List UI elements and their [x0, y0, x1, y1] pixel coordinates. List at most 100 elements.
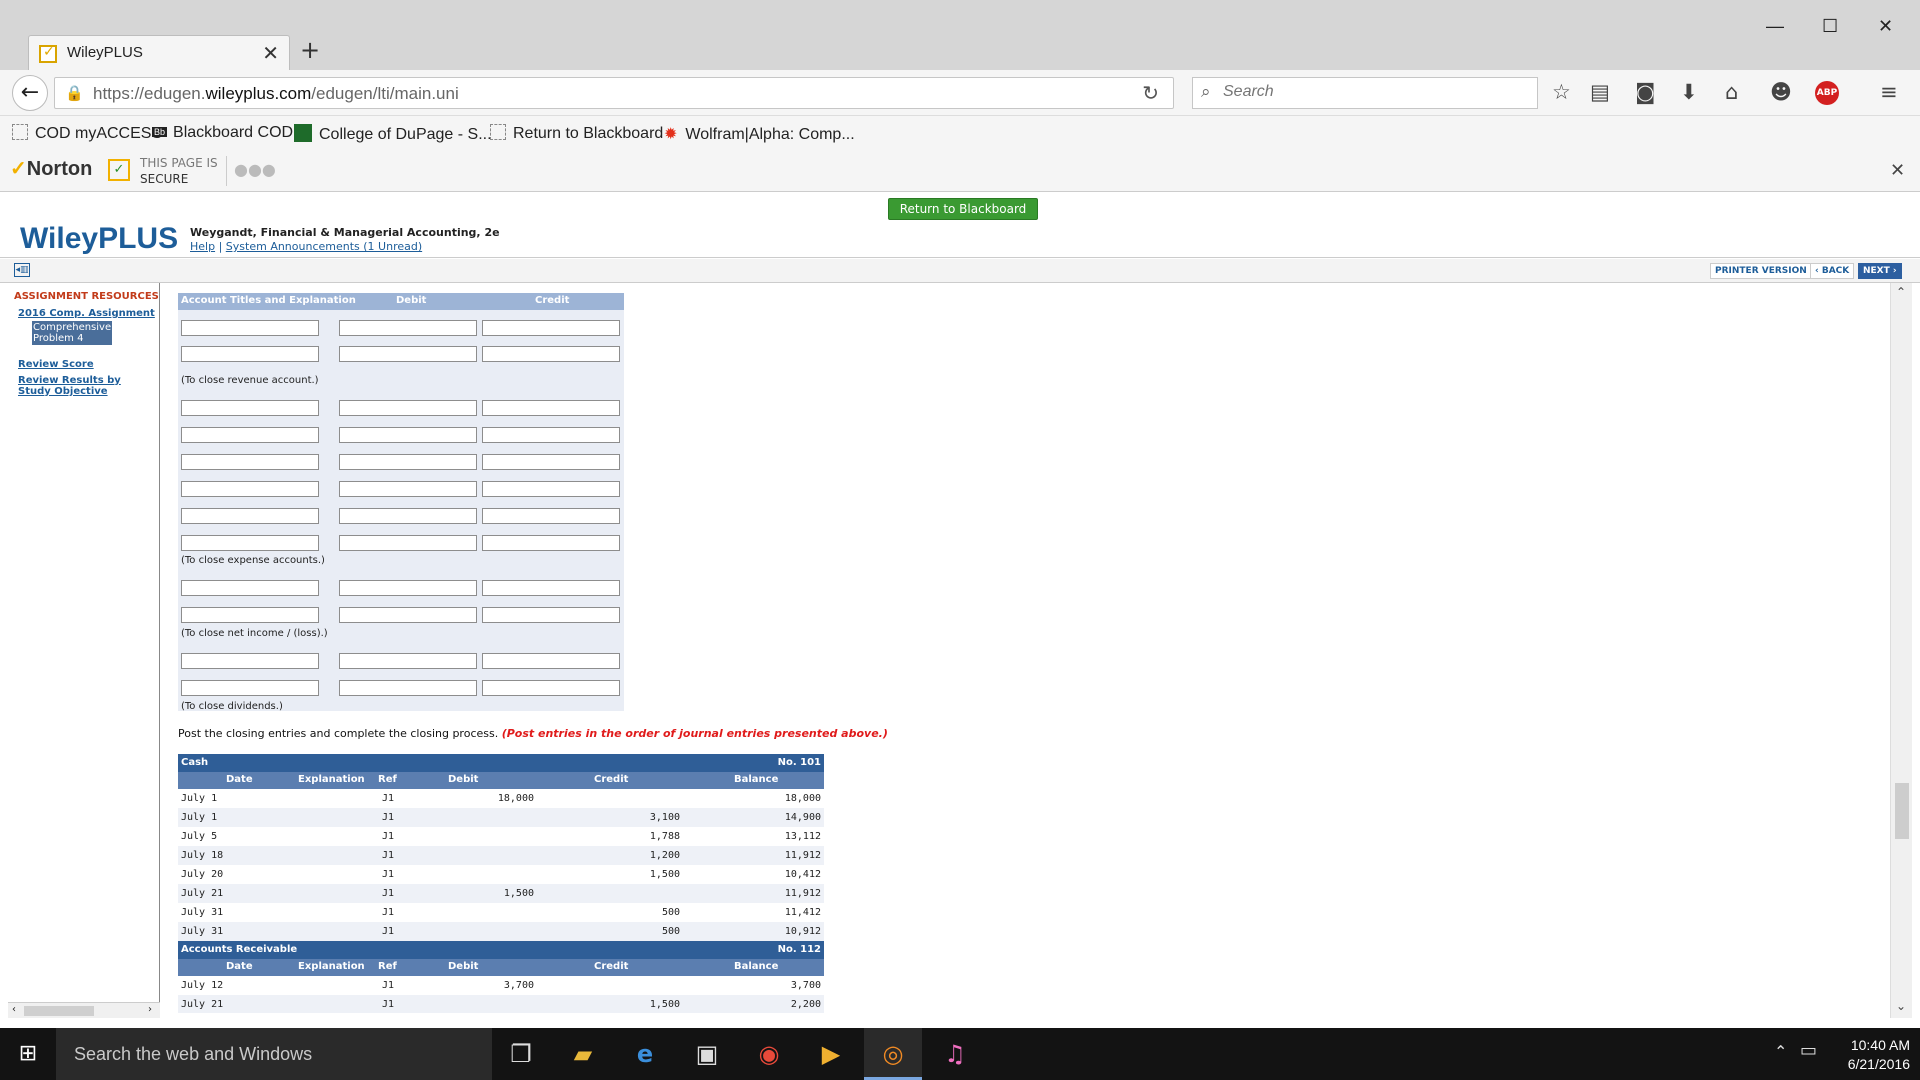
credit-input[interactable] [482, 680, 620, 696]
ledger-balance: 13,112 [784, 831, 821, 842]
file-explorer-icon[interactable]: ▰ [554, 1028, 612, 1080]
adblock-icon[interactable]: ABP [1815, 81, 1839, 105]
maximize-button[interactable]: ☐ [1822, 16, 1838, 37]
sidebar-horizontal-scrollbar[interactable]: ‹ › [8, 1002, 160, 1018]
credit-input[interactable] [482, 427, 620, 443]
ledger-row: July 21 J1 1,500 2,200 [178, 995, 824, 1013]
bookmark-wolfram-alpha[interactable]: ✹ Wolfram|Alpha: Comp... [664, 124, 855, 144]
browser-search-box[interactable]: ⌕ [1192, 77, 1538, 109]
home-icon[interactable]: ⌂ [1725, 80, 1738, 104]
bookmark-college-of-dupage[interactable]: College of DuPage - S... [294, 124, 492, 144]
close-window-button[interactable]: ✕ [1878, 16, 1893, 37]
chat-icon[interactable]: ☻ [1770, 80, 1792, 104]
debit-input[interactable] [339, 680, 477, 696]
scroll-right-icon[interactable]: › [148, 1004, 152, 1015]
wileyplus-page: Return to Blackboard WileyPLUS Weygandt,… [0, 192, 1920, 1022]
ledger-date: July 31 [181, 907, 224, 918]
page-vertical-scrollbar[interactable]: ⌃ ⌄ [1890, 283, 1912, 1018]
scroll-down-icon[interactable]: ⌄ [1896, 999, 1906, 1013]
menu-icon[interactable]: ≡ [1880, 80, 1898, 104]
bookmark-return-to-blackboard[interactable]: Return to Blackboard [490, 124, 663, 143]
new-tab-button[interactable]: + [300, 36, 320, 64]
start-button[interactable]: ⊞ [0, 1028, 56, 1080]
minimize-button[interactable]: — [1766, 16, 1784, 37]
account-input[interactable] [181, 535, 319, 551]
notifications-icon[interactable]: ▭ [1800, 1040, 1817, 1061]
itunes-icon[interactable]: ♫ [926, 1028, 984, 1080]
url-text[interactable]: https://edugen.wileyplus.com/edugen/lti/… [93, 84, 459, 104]
show-hidden-icons-icon[interactable]: ⌃ [1774, 1042, 1787, 1061]
review-score-link[interactable]: Review Score [18, 359, 94, 370]
account-input[interactable] [181, 481, 319, 497]
debit-input[interactable] [339, 346, 477, 362]
debit-input[interactable] [339, 320, 477, 336]
back-button[interactable]: ← [12, 75, 48, 111]
close-tab-icon[interactable]: ✕ [262, 41, 279, 65]
pocket-icon[interactable]: ◙ [1635, 80, 1655, 104]
collapse-sidebar-icon[interactable]: ◂▥ [14, 263, 30, 277]
account-input[interactable] [181, 653, 319, 669]
more-icon[interactable]: ●●● [234, 160, 276, 179]
credit-input[interactable] [482, 400, 620, 416]
debit-input[interactable] [339, 607, 477, 623]
selected-problem[interactable]: Comprehensive Problem 4 [32, 321, 112, 345]
next-button[interactable]: NEXT › [1858, 263, 1902, 279]
bookmark-cod-myaccess[interactable]: COD myACCESS [12, 124, 162, 143]
credit-input[interactable] [482, 481, 620, 497]
announcements-link[interactable]: System Announcements (1 Unread) [226, 240, 422, 253]
debit-input[interactable] [339, 427, 477, 443]
edge-icon[interactable]: e [616, 1028, 674, 1080]
credit-input[interactable] [482, 580, 620, 596]
credit-input[interactable] [482, 346, 620, 362]
back-button[interactable]: ‹ BACK [1810, 263, 1855, 279]
account-input[interactable] [181, 508, 319, 524]
scroll-thumb[interactable] [24, 1006, 94, 1016]
debit-input[interactable] [339, 481, 477, 497]
scroll-thumb[interactable] [1895, 783, 1909, 839]
debit-input[interactable] [339, 653, 477, 669]
task-view-icon[interactable]: ❐ [492, 1028, 550, 1080]
account-input[interactable] [181, 346, 319, 362]
media-player-icon[interactable]: ▶ [802, 1028, 860, 1080]
review-results-link[interactable]: Review Results by Study Objective [18, 375, 148, 397]
account-input[interactable] [181, 580, 319, 596]
credit-input[interactable] [482, 535, 620, 551]
reading-list-icon[interactable]: ▤ [1590, 80, 1610, 104]
firefox-icon[interactable]: ◎ [864, 1028, 922, 1080]
bookmark-blackboard-cod[interactable]: Bb Blackboard COD [152, 124, 293, 142]
account-input[interactable] [181, 320, 319, 336]
debit-input[interactable] [339, 508, 477, 524]
account-input[interactable] [181, 680, 319, 696]
scroll-left-icon[interactable]: ‹ [12, 1004, 16, 1015]
download-icon[interactable]: ⬇ [1680, 80, 1698, 104]
credit-input[interactable] [482, 454, 620, 470]
help-link[interactable]: Help [190, 240, 215, 253]
browser-tab[interactable]: WileyPLUS ✕ [28, 35, 290, 70]
debit-input[interactable] [339, 580, 477, 596]
credit-input[interactable] [482, 653, 620, 669]
credit-input[interactable] [482, 320, 620, 336]
system-clock[interactable]: 10:40 AM 6/21/2016 [1838, 1036, 1910, 1074]
printer-version-button[interactable]: PRINTER VERSION [1710, 263, 1812, 279]
bookmark-star-icon[interactable]: ☆ [1552, 80, 1571, 104]
account-input[interactable] [181, 454, 319, 470]
store-icon[interactable]: ▣ [678, 1028, 736, 1080]
account-input[interactable] [181, 427, 319, 443]
debit-input[interactable] [339, 400, 477, 416]
credit-input[interactable] [482, 607, 620, 623]
browser-search-input[interactable] [1223, 83, 1523, 101]
scroll-up-icon[interactable]: ⌃ [1896, 285, 1906, 299]
debit-input[interactable] [339, 535, 477, 551]
credit-input[interactable] [482, 508, 620, 524]
chrome-icon[interactable]: ◉ [740, 1028, 798, 1080]
account-input[interactable] [181, 400, 319, 416]
assignment-link[interactable]: 2016 Comp. Assignment [18, 308, 155, 319]
reload-icon[interactable]: ↻ [1142, 81, 1159, 105]
taskbar-search[interactable]: Search the web and Windows [56, 1028, 492, 1080]
url-bar[interactable]: 🔒 https://edugen.wileyplus.com/edugen/lt… [54, 77, 1174, 109]
return-to-blackboard-button[interactable]: Return to Blackboard [888, 198, 1038, 220]
close-norton-bar-icon[interactable]: ✕ [1890, 160, 1905, 181]
account-input[interactable] [181, 607, 319, 623]
assignment-toolbar: ◂▥ PRINTER VERSION ‹ BACK NEXT › [0, 259, 1920, 283]
debit-input[interactable] [339, 454, 477, 470]
